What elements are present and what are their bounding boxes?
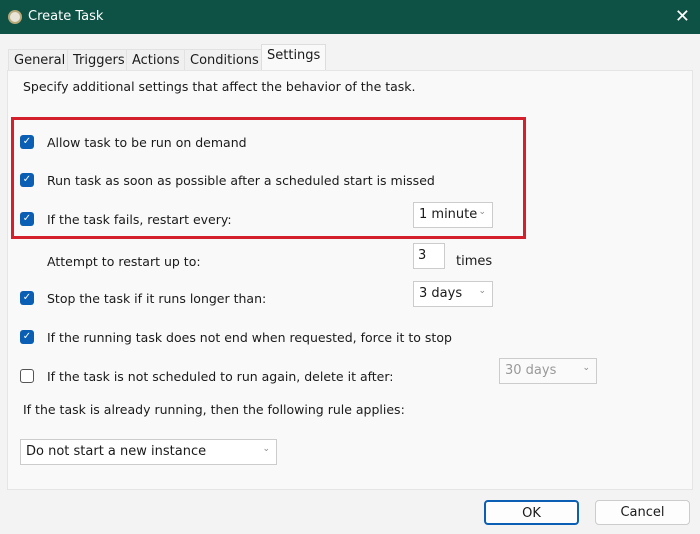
restart-attempts-input[interactable]: 3 [413, 243, 445, 269]
run-missed-label: Run task as soon as possible after a sch… [47, 173, 435, 188]
chevron-down-icon: ⌄ [262, 444, 270, 454]
rule-dropdown[interactable]: Do not start a new instance ⌄ [20, 439, 277, 465]
stop-long-label: Stop the task if it runs longer than: [47, 291, 267, 306]
delete-after-dropdown[interactable]: 30 days ⌄ [499, 358, 597, 384]
tab-actions[interactable]: Actions [126, 49, 186, 71]
stop-duration-dropdown[interactable]: 3 days ⌄ [413, 281, 493, 307]
delete-after-label: If the task is not scheduled to run agai… [47, 369, 394, 384]
restart-on-fail-label: If the task fails, restart every: [47, 212, 232, 227]
allow-on-demand-checkbox[interactable]: ✓ [20, 135, 34, 149]
restart-attempts-label: Attempt to restart up to: [47, 254, 201, 269]
chevron-down-icon: ⌄ [582, 363, 590, 373]
tab-general[interactable]: General [8, 49, 72, 71]
rule-label: If the task is already running, then the… [23, 402, 405, 417]
close-icon[interactable]: ✕ [675, 6, 690, 27]
restart-interval-value: 1 minute [419, 207, 478, 222]
delete-after-checkbox[interactable] [20, 369, 34, 383]
cancel-button[interactable]: Cancel [595, 500, 690, 525]
chevron-down-icon: ⌄ [478, 286, 486, 296]
title-bar: Create Task ✕ [0, 0, 700, 34]
chevron-down-icon: ⌄ [478, 207, 486, 217]
times-label: times [456, 254, 493, 269]
tab-conditions[interactable]: Conditions [184, 49, 265, 71]
force-stop-label: If the running task does not end when re… [47, 330, 452, 345]
delete-after-value: 30 days [505, 363, 557, 378]
tab-settings[interactable]: Settings [261, 44, 327, 71]
window-title: Create Task [28, 9, 104, 24]
force-stop-checkbox[interactable]: ✓ [20, 330, 34, 344]
intro-text: Specify additional settings that affect … [23, 79, 416, 94]
restart-interval-dropdown[interactable]: 1 minute ⌄ [413, 202, 493, 228]
tab-triggers[interactable]: Triggers [67, 49, 131, 71]
stop-long-checkbox[interactable]: ✓ [20, 291, 34, 305]
allow-on-demand-label: Allow task to be run on demand [47, 135, 247, 150]
run-missed-checkbox[interactable]: ✓ [20, 173, 34, 187]
ok-button[interactable]: OK [484, 500, 579, 525]
clock-icon [8, 10, 22, 24]
rule-value: Do not start a new instance [26, 444, 207, 459]
stop-duration-value: 3 days [419, 286, 463, 301]
restart-on-fail-checkbox[interactable]: ✓ [20, 212, 34, 226]
